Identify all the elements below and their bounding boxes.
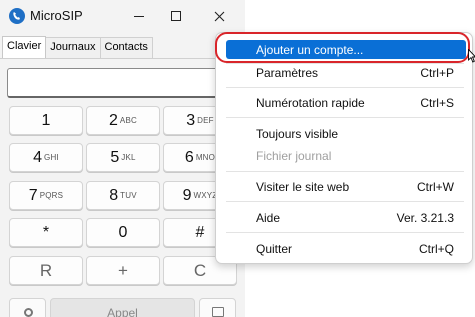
minimize-icon (134, 15, 144, 17)
key-digit: 7 (28, 186, 38, 204)
number-input[interactable] (7, 68, 239, 98)
clear-label: C (193, 260, 207, 280)
mouse-cursor-icon (468, 49, 475, 63)
microsip-logo-icon (9, 8, 25, 24)
key-digit: 4 (33, 148, 43, 166)
key-0[interactable]: 0 (86, 218, 160, 247)
close-icon (214, 11, 224, 21)
key-letters: WXYZ (193, 191, 218, 200)
key-digit: 2 (109, 111, 118, 129)
key-digit: 5 (110, 148, 120, 166)
menu-item-shortcut: Ctrl+S (420, 96, 454, 110)
menu-item-always-on-top[interactable]: Toujours visible (216, 123, 474, 145)
key-digit: 3 (186, 111, 196, 129)
screen: MicroSIP Clavier Journaux Contacts 1 2 AB… (0, 0, 475, 317)
minimize-button[interactable] (120, 0, 158, 32)
tab-clavier[interactable]: Clavier (2, 36, 47, 58)
menu-item-label: Fichier journal (256, 149, 332, 163)
close-button[interactable] (200, 0, 238, 32)
maximize-icon (171, 11, 181, 21)
menu-item-label: Quitter (256, 242, 293, 256)
menu-item-label: Paramètres (256, 66, 319, 80)
voicemail-button[interactable] (9, 298, 46, 317)
key-letters: DEF (197, 116, 214, 125)
menu-separator (226, 171, 464, 172)
key-2[interactable]: 2 ABC (86, 106, 160, 135)
key-digit: 6 (184, 148, 194, 166)
tab-bar: Clavier Journaux Contacts (2, 36, 153, 58)
key-letters: ABC (119, 116, 137, 125)
key-5[interactable]: 5 JKL (86, 143, 160, 172)
key-letters: MNO (195, 153, 216, 162)
menu-item-settings[interactable]: Paramètres Ctrl+P (216, 62, 474, 84)
menu-item-label: Visiter le site web (256, 180, 350, 194)
record-icon (24, 308, 33, 317)
maximize-button[interactable] (157, 0, 195, 32)
menu-item-label: Toujours visible (256, 127, 339, 141)
window-title: MicroSIP (30, 8, 83, 23)
menu-separator (226, 87, 464, 88)
menu-item-speed-dial[interactable]: Numérotation rapide Ctrl+S (216, 92, 474, 114)
menu-item-shortcut: Ctrl+W (417, 180, 454, 194)
key-digit: * (42, 223, 50, 241)
message-button[interactable] (199, 298, 236, 317)
menu-item-label: Ajouter un compte... (256, 43, 364, 57)
menu-item-shortcut: Ctrl+P (420, 66, 454, 80)
key-7[interactable]: 7 PQRS (9, 181, 83, 210)
menu-item-add-account[interactable]: Ajouter un compte... (216, 39, 474, 61)
key-letters: GHI (44, 153, 59, 162)
menu-item-label: Aide (256, 211, 281, 225)
app-menu: Ajouter un compte... Paramètres Ctrl+P N… (215, 32, 473, 264)
microsip-window: MicroSIP Clavier Journaux Contacts 1 2 AB… (0, 0, 245, 317)
tab-contacts[interactable]: Contacts (99, 37, 153, 58)
key-star[interactable]: * (9, 218, 83, 247)
call-button[interactable]: Appel (50, 298, 195, 317)
redial-label: R (39, 260, 53, 280)
redial-button[interactable]: R (9, 256, 83, 285)
menu-item-quit[interactable]: Quitter Ctrl+Q (216, 238, 474, 260)
key-letters: JKL (121, 153, 136, 162)
key-1[interactable]: 1 (9, 106, 83, 135)
key-digit: 8 (109, 186, 119, 204)
menu-separator (226, 117, 464, 118)
menu-separator (226, 201, 464, 202)
menu-item-version: Ver. 3.21.3 (396, 211, 454, 225)
plus-button[interactable]: + (86, 256, 160, 285)
menu-item-help[interactable]: Aide Ver. 3.21.3 (216, 207, 474, 229)
menu-item-label: Numérotation rapide (256, 96, 365, 110)
key-8[interactable]: 8 TUV (86, 181, 160, 210)
menu-separator (226, 232, 464, 233)
key-letters: TUV (120, 191, 137, 200)
menu-item-shortcut: Ctrl+Q (418, 242, 454, 256)
key-digit: # (195, 223, 205, 241)
message-icon (212, 307, 224, 317)
plus-label: + (118, 260, 128, 280)
tab-journaux[interactable]: Journaux (45, 37, 101, 58)
key-digit: 9 (182, 186, 192, 204)
menu-item-visit-website[interactable]: Visiter le site web Ctrl+W (216, 176, 474, 198)
title-bar[interactable]: MicroSIP (0, 0, 245, 32)
key-digit: 0 (118, 223, 128, 241)
key-digit: 1 (41, 111, 51, 129)
menu-item-log-file: Fichier journal (216, 145, 474, 167)
key-letters: PQRS (39, 191, 64, 200)
key-4[interactable]: 4 GHI (9, 143, 83, 172)
